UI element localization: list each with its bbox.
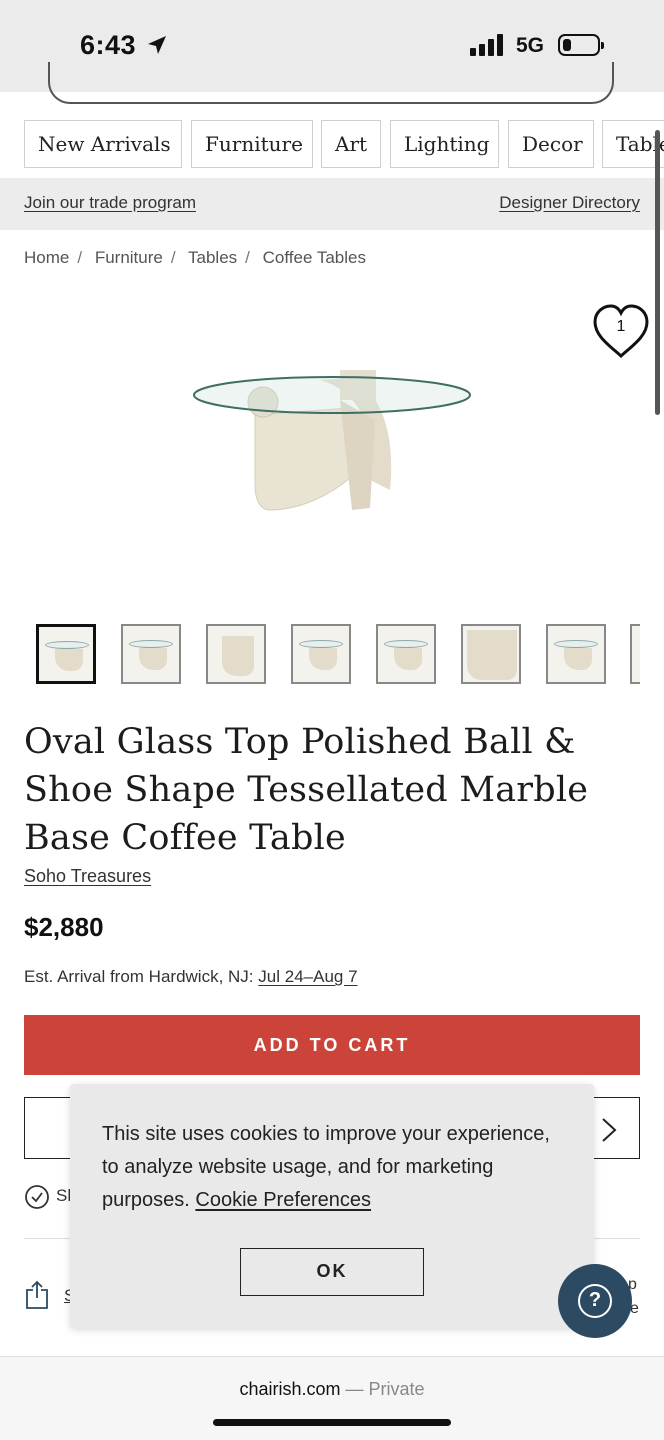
thumbnail[interactable] bbox=[206, 624, 266, 684]
signal-icon bbox=[470, 34, 506, 56]
estimated-arrival: Est. Arrival from Hardwick, NJ: Jul 24–A… bbox=[24, 967, 358, 987]
thumbnail[interactable] bbox=[121, 624, 181, 684]
category-tab-lighting[interactable]: Lighting bbox=[390, 120, 499, 168]
trade-program-link[interactable]: Join our trade program bbox=[24, 193, 196, 213]
browser-bottom-bar: chairish.com — Private bbox=[0, 1356, 664, 1440]
battery-icon bbox=[558, 34, 604, 56]
designer-directory-link[interactable]: Designer Directory bbox=[499, 193, 640, 213]
search-bar-edge[interactable] bbox=[48, 62, 614, 104]
thumbnail[interactable] bbox=[376, 624, 436, 684]
cookie-preferences-link[interactable]: Cookie Preferences bbox=[195, 1189, 371, 1211]
network-label: 5G bbox=[516, 34, 545, 57]
help-button[interactable]: ? bbox=[558, 1264, 632, 1338]
favorite-button[interactable]: 1 bbox=[592, 304, 650, 360]
private-label: — Private bbox=[345, 1379, 425, 1399]
add-to-cart-button[interactable]: ADD TO CART bbox=[24, 1015, 640, 1075]
breadcrumb-tables[interactable]: Tables bbox=[188, 248, 237, 267]
thumbnail[interactable] bbox=[291, 624, 351, 684]
product-image[interactable] bbox=[180, 360, 480, 530]
category-tab-furniture[interactable]: Furniture bbox=[191, 120, 313, 168]
check-circle-icon bbox=[25, 1185, 49, 1209]
address-bar[interactable]: chairish.com — Private bbox=[0, 1379, 664, 1400]
arrival-prefix: Est. Arrival from Hardwick, NJ: bbox=[24, 967, 254, 986]
category-tab-decor[interactable]: Decor bbox=[508, 120, 594, 168]
trade-bar: Join our trade program Designer Director… bbox=[0, 178, 664, 230]
scrollbar[interactable] bbox=[655, 130, 660, 415]
seller-link[interactable]: Soho Treasures bbox=[24, 866, 151, 887]
status-time: 6:43 bbox=[80, 30, 137, 60]
breadcrumb: Home / Furniture / Tables / Coffee Tables bbox=[24, 248, 366, 267]
thumbnail[interactable] bbox=[630, 624, 640, 684]
thumbnail[interactable] bbox=[461, 624, 521, 684]
question-icon: ? bbox=[578, 1284, 612, 1318]
thumbnail[interactable] bbox=[36, 624, 96, 684]
thumbnail-strip bbox=[36, 624, 640, 686]
thumbnail[interactable] bbox=[546, 624, 606, 684]
category-tab-new-arrivals[interactable]: New Arrivals bbox=[24, 120, 182, 168]
share-icon[interactable] bbox=[24, 1280, 50, 1310]
cookie-banner: This site uses cookies to improve your e… bbox=[70, 1084, 594, 1328]
location-arrow-icon bbox=[148, 36, 166, 54]
cookie-message: This site uses cookies to improve your e… bbox=[102, 1118, 572, 1217]
url-domain: chairish.com bbox=[239, 1379, 341, 1399]
breadcrumb-coffee-tables[interactable]: Coffee Tables bbox=[263, 248, 366, 267]
product-price: $2,880 bbox=[24, 912, 104, 942]
category-tab-art[interactable]: Art bbox=[321, 120, 381, 168]
product-title: Oval Glass Top Polished Ball & Shoe Shap… bbox=[24, 722, 589, 858]
home-indicator bbox=[213, 1419, 451, 1426]
chevron-right-icon bbox=[602, 1118, 617, 1142]
favorite-count: 1 bbox=[616, 318, 626, 335]
arrival-dates-link[interactable]: Jul 24–Aug 7 bbox=[258, 967, 357, 986]
cookie-ok-button[interactable]: OK bbox=[240, 1248, 424, 1296]
breadcrumb-home[interactable]: Home bbox=[24, 248, 69, 267]
category-nav: New Arrivals Furniture Art Lighting Deco… bbox=[0, 118, 664, 172]
breadcrumb-furniture[interactable]: Furniture bbox=[95, 248, 163, 267]
